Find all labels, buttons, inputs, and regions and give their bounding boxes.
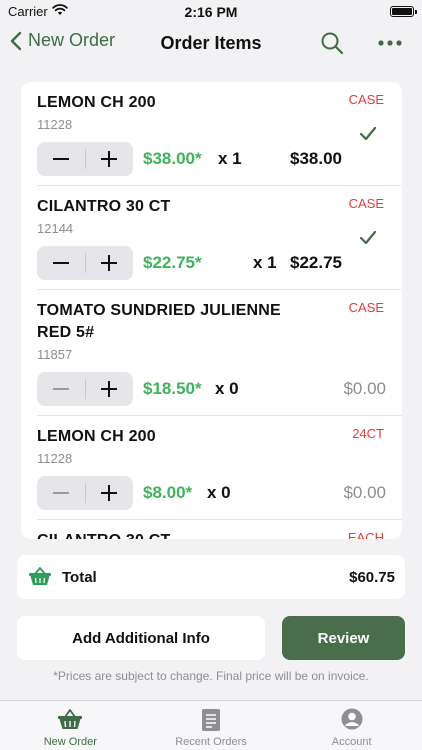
unit-price: $22.75*	[143, 253, 202, 272]
tab-label: Recent Orders	[175, 736, 247, 748]
increment-button[interactable]	[86, 142, 134, 176]
item-code: 11228	[37, 117, 73, 132]
tab-recent-orders[interactable]: Recent Orders	[141, 701, 282, 750]
unit-label[interactable]: 24CT	[352, 426, 384, 441]
item-name: LEMON CH 200	[37, 428, 156, 445]
quantity-label: x 1	[218, 149, 242, 168]
search-icon[interactable]	[320, 31, 344, 55]
back-label: New Order	[28, 30, 116, 50]
tab-new-order[interactable]: New Order	[0, 701, 141, 750]
plus-icon	[101, 381, 118, 397]
item-name: CILANTRO 30 CT	[37, 530, 307, 539]
order-items-list: LEMON CH 200 11228 CASE $38.00* x 1 $38.…	[21, 82, 402, 539]
tab-account[interactable]: Account	[281, 701, 422, 750]
order-total-bar: Total $60.75	[17, 555, 405, 599]
unit-label[interactable]: CASE	[349, 300, 384, 315]
total-label: Total	[62, 569, 97, 586]
add-additional-info-button[interactable]: Add Additional Info	[17, 616, 265, 660]
quantity-stepper	[37, 372, 133, 406]
review-button[interactable]: Review	[282, 616, 405, 660]
checkmark-icon	[359, 230, 377, 245]
increment-button[interactable]	[86, 372, 134, 406]
basket-icon	[58, 709, 83, 729]
increment-button[interactable]	[86, 476, 134, 510]
battery-icon	[390, 6, 417, 17]
more-icon[interactable]	[378, 33, 402, 53]
decrement-button[interactable]	[37, 372, 85, 406]
unit-price: $18.50*	[143, 379, 202, 398]
list-item: LEMON CH 200 11228 CASE $38.00* x 1 $38.…	[37, 82, 402, 186]
back-button[interactable]: New Order	[10, 30, 115, 51]
tab-label: Account	[331, 736, 372, 748]
quantity-label: x 1	[253, 253, 277, 272]
price-disclaimer: *Prices are subject to change. Final pri…	[53, 669, 369, 683]
decrement-button[interactable]	[37, 476, 85, 510]
quantity-label: x 0	[207, 483, 231, 502]
chevron-left-icon	[10, 31, 22, 50]
basket-icon	[29, 567, 51, 585]
minus-icon	[52, 262, 69, 264]
quantity-label: x 0	[215, 379, 239, 398]
decrement-button[interactable]	[37, 246, 85, 280]
item-name: CILANTRO 30 CT	[37, 198, 171, 215]
unit-label[interactable]: EACH	[348, 530, 384, 539]
list-item: CILANTRO 30 CT 12144 CASE $22.75* x 1 $2…	[37, 186, 402, 290]
list-item: LEMON CH 200 11228 24CT $8.00* x 0 $0.00	[37, 416, 402, 520]
minus-icon	[52, 388, 69, 390]
status-bar: Carrier 2:16 PM	[0, 0, 422, 24]
decrement-button[interactable]	[37, 142, 85, 176]
item-code: 12144	[37, 221, 74, 236]
navigation-bar: New Order Order Items	[0, 24, 422, 66]
list-item: CILANTRO 30 CT EACH	[37, 520, 402, 539]
line-total: $0.00	[343, 379, 386, 398]
item-name: LEMON CH 200	[37, 94, 156, 111]
tab-bar: New Order Recent Orders Account	[0, 700, 422, 750]
unit-price: $38.00*	[143, 149, 202, 168]
quantity-stepper	[37, 142, 133, 176]
line-total: $0.00	[343, 483, 386, 502]
quantity-stepper	[37, 246, 133, 280]
item-code: 11228	[37, 451, 73, 466]
total-amount: $60.75	[349, 569, 395, 586]
tab-label: New Order	[43, 736, 97, 748]
checkmark-icon	[359, 126, 377, 141]
clock: 2:16 PM	[184, 4, 238, 20]
account-icon	[341, 708, 363, 730]
increment-button[interactable]	[86, 246, 134, 280]
unit-label[interactable]: CASE	[349, 196, 384, 211]
plus-icon	[101, 151, 118, 167]
plus-icon	[101, 485, 118, 501]
list-item: TOMATO SUNDRIED JULIENNE RED 5# 11857 CA…	[37, 290, 402, 416]
minus-icon	[52, 492, 69, 494]
plus-icon	[101, 255, 118, 271]
item-name: TOMATO SUNDRIED JULIENNE RED 5#	[37, 302, 281, 341]
line-total: $38.00	[290, 149, 342, 168]
line-total: $22.75	[290, 253, 342, 272]
quantity-stepper	[37, 476, 133, 510]
item-code: 11857	[37, 347, 73, 362]
unit-price: $8.00*	[143, 483, 193, 502]
document-icon	[202, 709, 220, 731]
unit-label[interactable]: CASE	[349, 92, 384, 107]
minus-icon	[52, 158, 69, 160]
